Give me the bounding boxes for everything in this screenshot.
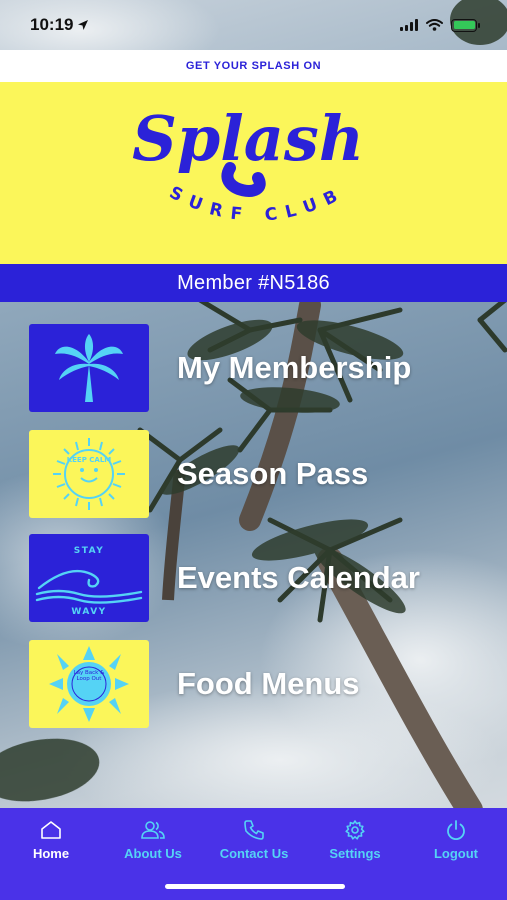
cellular-signal-icon	[400, 19, 418, 31]
battery-charging-icon	[451, 18, 480, 32]
palm-tree-icon	[29, 324, 149, 412]
nav-about-us[interactable]: About Us	[103, 818, 203, 868]
svg-text:WAVY: WAVY	[71, 607, 106, 617]
menu-label: My Membership	[177, 350, 412, 385]
member-number: Member #N5186	[177, 271, 330, 294]
gear-icon	[344, 818, 366, 842]
menu-item-food-menus[interactable]: Lay Back & Loop Out Food Menus	[29, 640, 489, 728]
menu-label: Food Menus	[177, 666, 360, 701]
logo-banner: Splash SURF CLUB	[0, 82, 507, 264]
menu-item-my-membership[interactable]: My Membership	[29, 324, 489, 412]
status-icons	[400, 18, 480, 32]
status-bar: 10:19	[0, 0, 507, 50]
splash-surf-club-logo: Splash SURF CLUB	[132, 102, 364, 226]
phone-icon	[243, 818, 265, 842]
nav-contact-us[interactable]: Contact Us	[204, 818, 304, 868]
nav-settings[interactable]: Settings	[305, 818, 405, 868]
power-icon	[445, 818, 467, 842]
nav-home[interactable]: Home	[1, 818, 101, 868]
users-icon	[140, 818, 166, 842]
status-time: 10:19	[30, 15, 74, 34]
svg-text:STAY: STAY	[74, 546, 105, 556]
nav-label: Contact Us	[219, 846, 289, 861]
menu-label: Events Calendar	[177, 560, 420, 595]
nav-label: Settings	[329, 846, 381, 861]
nav-label: Logout	[433, 846, 479, 861]
nav-logout[interactable]: Logout	[406, 818, 506, 868]
location-arrow-icon	[78, 20, 89, 30]
status-time-group: 10:19	[30, 15, 89, 35]
member-bar: Member #N5186	[0, 264, 507, 302]
menu-item-events-calendar[interactable]: STAY WAVY Events Calendar	[29, 534, 489, 622]
tagline: GET YOUR SPLASH ON	[185, 60, 322, 72]
home-indicator[interactable]	[165, 884, 345, 889]
home-icon	[40, 818, 62, 842]
menu-item-season-pass[interactable]: KEEP CALM Season Pass	[29, 430, 489, 518]
keep-calm-sun-icon: KEEP CALM	[29, 430, 149, 518]
tagline-bar: GET YOUR SPLASH ON	[0, 50, 507, 82]
logo-wordmark: Splash	[132, 102, 364, 175]
lay-back-sun-icon: Lay Back & Loop Out	[29, 640, 149, 728]
nav-label: About Us	[124, 846, 182, 861]
stay-wavy-icon: STAY WAVY	[29, 534, 149, 622]
menu-label: Season Pass	[177, 456, 369, 491]
svg-text:KEEP CALM: KEEP CALM	[67, 456, 112, 464]
nav-label: Home	[32, 846, 70, 861]
wifi-icon	[426, 19, 443, 31]
